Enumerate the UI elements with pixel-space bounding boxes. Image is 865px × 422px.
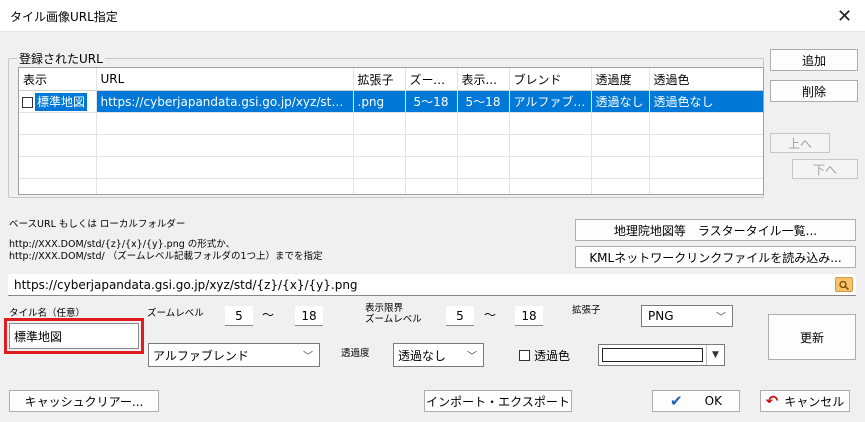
grid-header-row: 表示 URL 拡張子 ズーム... 表示... ブレンド 透過度 透過色 <box>19 68 763 91</box>
row-visible-checkbox[interactable] <box>22 97 33 108</box>
blend-value: アルファブレンド <box>153 348 249 363</box>
cancel-button[interactable]: ↶ キャンセル <box>760 390 850 412</box>
undo-arrow-icon: ↶ <box>765 392 779 410</box>
zoom-max-input[interactable]: 18 <box>295 306 323 326</box>
ok-label: OK <box>704 394 722 408</box>
display-min-input[interactable]: 5 <box>446 306 474 326</box>
table-row[interactable]: 標準地図 https://cyberjapandata.gsi.go.jp/xy… <box>19 90 763 113</box>
url-list-grid[interactable]: 表示 URL 拡張子 ズーム... 表示... ブレンド 透過度 透過色 標準地… <box>18 67 764 195</box>
color-swatch <box>602 348 703 362</box>
trans-color-toggle[interactable]: 透過色 <box>519 347 570 364</box>
update-button[interactable]: 更新 <box>768 314 856 360</box>
kml-load-button[interactable]: KMLネットワークリンクファイルを読み込み... <box>575 246 856 268</box>
col-header-ext[interactable]: 拡張子 <box>353 68 406 91</box>
move-down-button[interactable]: 下へ <box>792 159 858 179</box>
row-opacity: 透過なし <box>591 90 650 113</box>
zoom-level-label: ズームレベル <box>147 308 204 319</box>
window-title: タイル画像URL指定 <box>10 10 118 24</box>
import-export-button[interactable]: インポート・エクスポート <box>424 390 572 412</box>
ok-button[interactable]: ✔ OK <box>652 390 740 412</box>
base-url-value: https://cyberjapandata.gsi.go.jp/xyz/std… <box>14 278 358 292</box>
extension-label: 拡張子 <box>572 305 601 316</box>
row-zoom: 5～18 <box>405 90 458 113</box>
trans-color-picker[interactable]: ▼ <box>598 344 725 366</box>
base-url-label: ベースURL もしくは ローカルフォルダー <box>9 219 186 230</box>
cancel-label: キャンセル <box>784 394 845 409</box>
title-bar <box>0 0 865 32</box>
add-button[interactable]: 追加 <box>770 49 858 71</box>
check-icon: ✔ <box>670 392 683 410</box>
row-url: https://cyberjapandata.gsi.go.jp/xyz/std… <box>96 90 354 113</box>
col-header-url[interactable]: URL <box>96 68 354 91</box>
col-header-zoom[interactable]: ズーム... <box>405 68 458 91</box>
base-url-help-2: http://XXX.DOM/std/ （ズームレベル記載フォルダの1つ上）まで… <box>9 251 323 262</box>
close-icon[interactable]: ✕ <box>824 0 865 32</box>
empty-row <box>19 156 763 179</box>
chevron-down-icon: ﹀ <box>467 351 477 363</box>
caret-down-icon[interactable]: ▼ <box>706 345 724 365</box>
opacity-value: 透過なし <box>398 348 447 363</box>
row-name: 標準地図 <box>35 93 88 111</box>
highlight-box <box>4 318 144 354</box>
registered-url-label: 登録されたURL <box>17 50 105 67</box>
col-header-blend[interactable]: ブレンド <box>509 68 592 91</box>
row-trans-color: 透過色なし <box>649 90 763 113</box>
opacity-select[interactable]: 透過なし ﹀ <box>393 343 484 367</box>
col-header-display[interactable]: 表示 <box>19 68 97 91</box>
trans-color-checkbox[interactable] <box>519 350 530 361</box>
zoom-min-input[interactable]: 5 <box>225 306 253 326</box>
row-ext: .png <box>353 90 406 113</box>
base-url-input[interactable]: https://cyberjapandata.gsi.go.jp/xyz/std… <box>8 274 856 296</box>
empty-row <box>19 134 763 157</box>
empty-row <box>19 178 763 194</box>
move-up-button[interactable]: 上へ <box>770 133 830 153</box>
display-range-separator: ～ <box>484 308 497 322</box>
extension-value: PNG <box>648 309 674 323</box>
row-blend: アルファブレ... <box>509 90 592 113</box>
display-limit-label-2: ズームレベル <box>365 314 422 325</box>
display-max-input[interactable]: 18 <box>515 306 543 326</box>
col-header-trans-color[interactable]: 透過色 <box>649 68 763 91</box>
chevron-down-icon: ﹀ <box>716 312 726 324</box>
tile-name-label: タイル名（任意） <box>9 308 86 319</box>
zoom-range-separator: ～ <box>262 308 275 322</box>
gsi-tile-list-button[interactable]: 地理院地図等 ラスタータイル一覧... <box>575 219 856 241</box>
folder-search-icon[interactable] <box>835 277 853 292</box>
col-header-display-zoom[interactable]: 表示... <box>457 68 510 91</box>
col-header-opacity[interactable]: 透過度 <box>591 68 650 91</box>
delete-button[interactable]: 削除 <box>770 80 858 102</box>
blend-select[interactable]: アルファブレンド ﹀ <box>148 343 320 367</box>
extension-select[interactable]: PNG ﹀ <box>641 305 733 327</box>
cache-clear-button[interactable]: キャッシュクリアー... <box>9 390 159 412</box>
chevron-down-icon: ﹀ <box>303 351 313 363</box>
row-display-zoom: 5～18 <box>457 90 510 113</box>
trans-color-label: 透過色 <box>534 349 571 363</box>
empty-row <box>19 112 763 135</box>
opacity-label: 透過度 <box>341 348 370 359</box>
